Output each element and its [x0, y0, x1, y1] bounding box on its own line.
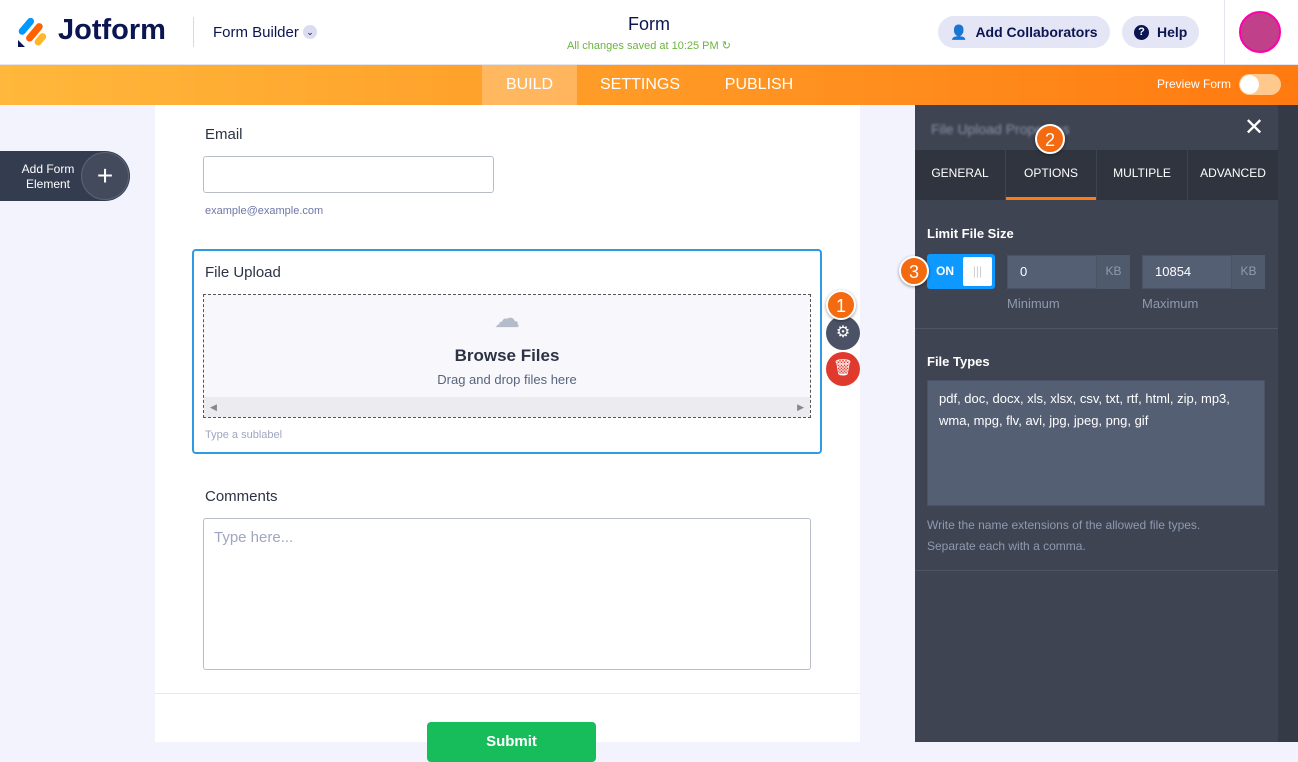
preview-form-label: Preview Form: [1157, 77, 1232, 91]
refresh-icon: ↻: [721, 40, 731, 52]
email-label: Email: [205, 126, 243, 143]
horizontal-scrollbar[interactable]: ◀ ▶: [204, 397, 810, 417]
plus-icon: +: [81, 152, 129, 200]
browse-files[interactable]: Browse Files: [204, 346, 810, 366]
limit-size-toggle[interactable]: ON |||: [927, 254, 995, 289]
add-collaborators-label: Add Collaborators: [975, 24, 1098, 40]
minimum-label: Minimum: [1007, 296, 1060, 311]
logo-text[interactable]: Jotform: [58, 14, 166, 47]
file-types-label: File Types: [927, 354, 990, 369]
maximum-label: Maximum: [1142, 296, 1199, 311]
help-label: Help: [1157, 24, 1188, 40]
comments-label: Comments: [205, 488, 278, 505]
add-element-label: Add Form Element: [21, 162, 75, 191]
step-badge-1: 1: [826, 290, 856, 320]
save-status-text: All changes saved at 10:25 PM: [567, 40, 719, 52]
comments-textarea[interactable]: Type here...: [203, 518, 811, 670]
preview-toggle[interactable]: [1239, 74, 1281, 95]
upload-sublabel[interactable]: Type a sublabel: [205, 429, 282, 441]
divider: [1224, 0, 1225, 65]
step-badge-3: 3: [899, 256, 929, 286]
file-types-hint-2: Separate each with a comma.: [927, 539, 1086, 553]
file-upload-label: File Upload: [205, 264, 281, 281]
tab-advanced[interactable]: ADVANCED: [1188, 150, 1278, 200]
tab-publish[interactable]: PUBLISH: [715, 65, 803, 105]
maximum-size-input[interactable]: 10854: [1142, 255, 1232, 289]
email-sublabel: example@example.com: [205, 205, 324, 217]
help-icon: ?: [1134, 24, 1149, 40]
close-icon[interactable]: ✕: [1244, 113, 1264, 142]
tab-general[interactable]: GENERAL: [915, 150, 1005, 200]
step-badge-2: 2: [1035, 124, 1065, 154]
min-unit: KB: [1097, 255, 1130, 289]
file-types-hint-1: Write the name extensions of the allowed…: [927, 518, 1201, 532]
max-unit: KB: [1232, 255, 1265, 289]
toggle-state: ON: [936, 264, 954, 278]
help-button[interactable]: ? Help: [1122, 16, 1200, 48]
submit-button[interactable]: Submit: [427, 722, 596, 762]
add-form-element-button[interactable]: Add Form Element +: [0, 151, 130, 201]
file-drop-zone[interactable]: ☁ Browse Files Drag and drop files here …: [203, 294, 811, 418]
trash-icon[interactable]: 🗑: [826, 352, 860, 386]
minimum-size-input[interactable]: 0: [1007, 255, 1097, 289]
add-collaborators-button[interactable]: 👤 Add Collaborators: [938, 16, 1110, 48]
gear-icon[interactable]: ⚙: [826, 316, 860, 350]
limit-file-size-label: Limit File Size: [927, 226, 1014, 241]
form-builder-menu[interactable]: Form Builder: [213, 24, 299, 41]
chevron-down-icon[interactable]: ⌄: [303, 25, 317, 39]
jotform-logo-icon: [18, 18, 47, 47]
tab-multiple[interactable]: MULTIPLE: [1097, 150, 1187, 200]
form-title[interactable]: Form: [549, 14, 749, 35]
divider: [915, 328, 1278, 329]
cloud-upload-icon: ☁: [494, 303, 520, 333]
save-status: All changes saved at 10:25 PM ↻: [549, 39, 749, 52]
divider: [155, 693, 860, 694]
user-icon: 👤: [950, 23, 968, 40]
divider: [915, 570, 1278, 571]
tab-options[interactable]: OPTIONS: [1006, 150, 1096, 200]
drag-drop-text: Drag and drop files here: [437, 372, 577, 387]
tab-settings[interactable]: SETTINGS: [590, 65, 690, 105]
toggle-handle: |||: [963, 257, 992, 286]
file-types-textarea[interactable]: pdf, doc, docx, xls, xlsx, csv, txt, rtf…: [927, 380, 1265, 506]
email-input[interactable]: [203, 156, 494, 193]
panel-scrollbar[interactable]: [1278, 105, 1298, 742]
tab-build[interactable]: BUILD: [482, 65, 577, 105]
divider: [193, 17, 194, 47]
avatar[interactable]: [1239, 11, 1281, 53]
